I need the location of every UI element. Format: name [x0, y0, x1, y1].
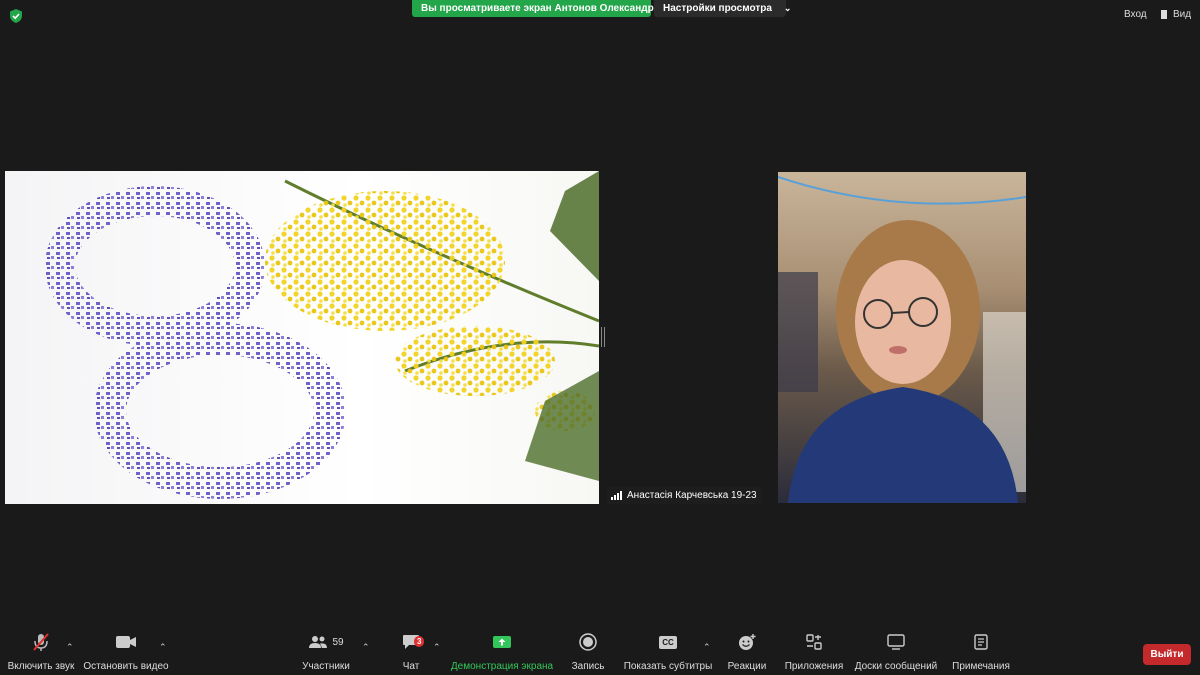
meeting-toolbar: Включить звук ⌃ Остановить видео ⌃ 59 Уч…: [0, 630, 1200, 675]
share-screen-label: Демонстрация экрана: [450, 661, 554, 672]
chevron-down-icon: ⌄: [783, 3, 792, 13]
stop-video-button[interactable]: Остановить видео: [83, 630, 169, 675]
microphone-muted-icon: [33, 633, 49, 651]
reactions-label: Реакции: [727, 661, 767, 672]
unmute-button[interactable]: Включить звук: [7, 630, 75, 675]
video-camera-icon: [116, 636, 136, 648]
signal-strength-icon: [611, 491, 622, 500]
whiteboard-icon: [887, 634, 905, 650]
reactions-smiley-icon: [739, 634, 756, 650]
share-banner-text: Вы просматриваете экран Антонов Олександ…: [421, 3, 654, 14]
participant-video-image: [778, 176, 1026, 503]
show-captions-button[interactable]: CC Показать субтитры: [623, 630, 713, 675]
view-label: Вид: [1173, 9, 1192, 20]
view-button[interactable]: Вид: [1161, 9, 1191, 20]
participants-options-caret[interactable]: ⌃: [362, 642, 370, 653]
captions-options-caret[interactable]: ⌃: [703, 642, 711, 653]
notes-button[interactable]: Примечания: [950, 630, 1012, 675]
stop-video-label: Остановить видео: [83, 661, 169, 672]
leave-meeting-button[interactable]: Выйти: [1143, 644, 1191, 665]
participants-icon: [309, 636, 328, 648]
whiteboards-label: Доски сообщений: [854, 661, 938, 672]
apps-label: Приложения: [784, 661, 844, 672]
security-shield-icon[interactable]: [8, 8, 24, 24]
closed-captions-icon: CC: [659, 635, 677, 649]
audio-options-caret[interactable]: ⌃: [66, 642, 74, 653]
participants-count: 59: [332, 636, 344, 648]
screen-share-banner: Вы просматриваете экран Антонов Олександ…: [412, 0, 654, 17]
closed-captions-icon-text: CC: [662, 637, 674, 647]
video-options-caret[interactable]: ⌃: [159, 642, 167, 653]
shared-screen-image: [45, 171, 599, 499]
share-screen-button[interactable]: Демонстрация экрана: [450, 630, 554, 675]
record-label: Запись: [571, 661, 605, 672]
shared-screen: [5, 171, 599, 504]
record-icon: [579, 633, 597, 651]
share-screen-icon: [493, 636, 511, 648]
participants-label: Участники: [302, 661, 350, 672]
participants-button[interactable]: 59 Участники: [300, 630, 352, 675]
apps-button[interactable]: Приложения: [784, 630, 844, 675]
view-settings-label: Настройки просмотра: [663, 3, 772, 14]
apps-icon: [806, 634, 822, 650]
unmute-label: Включить звук: [7, 661, 75, 672]
whiteboards-button[interactable]: Доски сообщений: [854, 630, 938, 675]
resize-handle[interactable]: [601, 327, 605, 347]
show-captions-label: Показать субтитры: [623, 661, 713, 672]
chat-options-caret[interactable]: ⌃: [433, 642, 441, 653]
reactions-button[interactable]: Реакции: [727, 630, 767, 675]
enter-button[interactable]: Вход: [1124, 9, 1147, 20]
view-layout-icon: [1161, 10, 1170, 19]
notes-label: Примечания: [952, 661, 1010, 672]
chat-label: Чат: [402, 661, 420, 672]
view-settings-dropdown[interactable]: Настройки просмотра ⌄: [654, 0, 791, 17]
notes-icon: [974, 634, 988, 650]
participant-name: Анастасія Карчевська 19-23: [627, 490, 757, 501]
participant-video: [778, 172, 1026, 503]
record-button[interactable]: Запись: [569, 630, 607, 675]
participant-name-tag: Анастасія Карчевська 19-23: [607, 487, 762, 504]
